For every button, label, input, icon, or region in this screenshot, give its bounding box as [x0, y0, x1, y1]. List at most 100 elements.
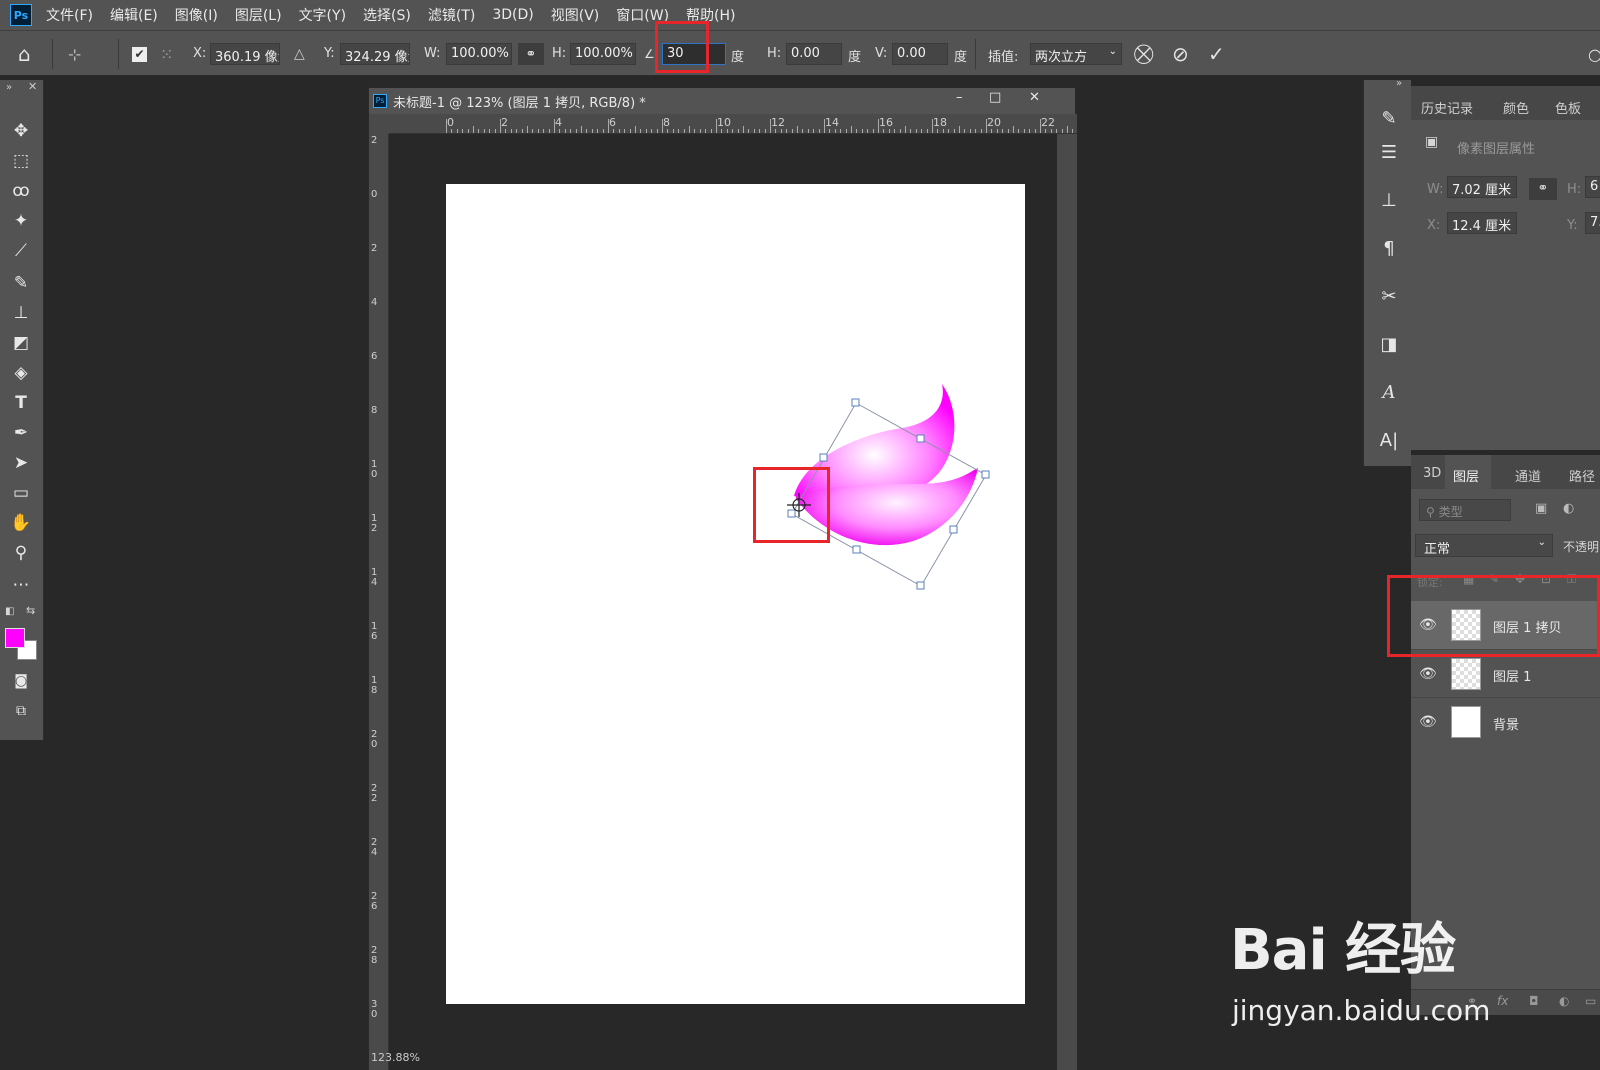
lock-artboard-icon[interactable]: ⊡ — [1541, 572, 1551, 586]
rotation-angle-field[interactable]: 30 — [662, 43, 726, 65]
commit-transform-icon[interactable]: ✓ — [1208, 31, 1225, 77]
eye-icon[interactable]: 👁 — [1419, 617, 1437, 633]
y-position-field[interactable]: 324.29 像素 — [340, 43, 410, 65]
layer-row[interactable]: 👁 图层 1 — [1411, 649, 1600, 697]
cancel-transform-icon[interactable]: ⊘ — [1172, 31, 1189, 77]
type-tool-icon[interactable]: T — [8, 390, 34, 416]
clone-source-icon[interactable]: ⊥ — [1377, 188, 1401, 212]
paragraph-icon[interactable]: ¶ — [1377, 236, 1401, 260]
triangle-icon[interactable]: △ — [294, 31, 305, 77]
path-selection-tool-icon[interactable]: ➤ — [8, 450, 34, 476]
tab-swatches[interactable]: 色板 — [1555, 98, 1581, 117]
new-group-icon[interactable]: ▭ — [1585, 994, 1596, 1008]
reference-point-icon[interactable]: ⊹ — [68, 31, 81, 77]
warp-mode-icon[interactable]: ⛒ — [1134, 31, 1153, 77]
height-field[interactable]: 100.00% — [570, 43, 636, 65]
document-canvas[interactable] — [446, 184, 1025, 1004]
stamp-tool-icon[interactable]: ⊥ — [8, 300, 34, 326]
move-tool-icon[interactable]: ✥ — [8, 118, 34, 144]
horizontal-ruler[interactable]: 0 2 4 6 8 10 12 14 16 18 20 22 — [389, 114, 1077, 134]
interpolation-select[interactable]: 两次立方 ⌄ — [1030, 43, 1122, 65]
tab-3d[interactable]: 3D — [1423, 466, 1441, 481]
collapse-icon[interactable]: » — [6, 82, 12, 93]
prop-width-field[interactable]: 7.02 厘米 — [1447, 176, 1517, 198]
prop-height-field[interactable]: 6 — [1585, 176, 1600, 198]
layer-filter-select[interactable]: ⚲ 类型 — [1419, 499, 1511, 521]
menu-filter[interactable]: 滤镜(T) — [428, 5, 475, 25]
menu-view[interactable]: 视图(V) — [551, 5, 600, 25]
menu-file[interactable]: 文件(F) — [46, 5, 93, 25]
lasso-tool-icon[interactable]: ꝏ — [8, 178, 34, 204]
close-window-icon[interactable]: ✕ — [1029, 90, 1040, 105]
marquee-tool-icon[interactable]: ⬚ — [8, 148, 34, 174]
glyphs-icon[interactable]: A| — [1377, 428, 1401, 452]
grid-reference-icon[interactable]: ⁙ — [160, 31, 173, 77]
home-icon[interactable]: ⌂ — [18, 31, 31, 77]
zoom-tool-icon[interactable]: ⚲ — [8, 540, 34, 566]
default-colors-icon[interactable]: ◧ — [5, 606, 14, 617]
minimize-icon[interactable]: – — [956, 90, 963, 105]
maximize-icon[interactable]: □ — [989, 90, 1001, 105]
vertical-skew-field[interactable]: 0.00 — [892, 43, 948, 65]
menu-select[interactable]: 选择(S) — [363, 5, 411, 25]
menu-window[interactable]: 窗口(W) — [616, 5, 669, 25]
hand-tool-icon[interactable]: ✋ — [8, 510, 34, 536]
layer-row[interactable]: 👁 图层 1 拷贝 — [1411, 601, 1600, 649]
tab-history[interactable]: 历史记录 — [1421, 98, 1473, 117]
properties-icon[interactable]: ◨ — [1377, 332, 1401, 356]
close-icon[interactable]: ✕ — [28, 80, 37, 93]
tool-presets-icon[interactable]: ✂ — [1377, 284, 1401, 308]
canvas-area[interactable] — [389, 134, 1057, 1070]
foreground-color-swatch[interactable] — [5, 628, 25, 648]
reference-checkbox[interactable]: ✔ — [132, 31, 147, 77]
brush-settings-icon[interactable]: ✎ — [1377, 106, 1401, 130]
blend-mode-select[interactable]: 正常 ⌄ — [1415, 534, 1553, 557]
search-icon[interactable]: ○ — [1588, 31, 1600, 77]
lock-position-icon[interactable]: ✥ — [1515, 572, 1525, 586]
x-position-field[interactable]: 360.19 像素 — [210, 43, 280, 65]
prop-y-field[interactable]: 7. — [1585, 212, 1600, 234]
menu-type[interactable]: 文字(Y) — [299, 5, 346, 25]
tab-paths[interactable]: 路径 — [1569, 466, 1595, 485]
width-field[interactable]: 100.00% — [446, 43, 512, 65]
prop-x-field[interactable]: 12.4 厘米 — [1447, 212, 1517, 234]
tab-layers[interactable]: 图层 — [1453, 466, 1479, 485]
eye-icon[interactable]: 👁 — [1419, 666, 1437, 682]
menu-layer[interactable]: 图层(L) — [235, 5, 282, 25]
new-adjustment-icon[interactable]: ◐ — [1559, 994, 1569, 1008]
rectangle-tool-icon[interactable]: ▭ — [8, 480, 34, 506]
lock-all-icon[interactable]: ⚿ — [1567, 572, 1576, 587]
paint-bucket-tool-icon[interactable]: ◈ — [8, 360, 34, 386]
menu-help[interactable]: 帮助(H) — [686, 5, 735, 25]
pen-tool-icon[interactable]: ✒ — [8, 420, 34, 446]
quick-mask-icon[interactable]: ◙ — [8, 668, 34, 694]
adjustments-icon[interactable]: ☰ — [1377, 140, 1401, 164]
layer-row[interactable]: 👁 背景 — [1411, 697, 1600, 745]
tab-channels[interactable]: 通道 — [1515, 466, 1541, 485]
link-icon[interactable]: ⚭ — [1529, 178, 1557, 200]
more-tools-icon[interactable]: ⋯ — [8, 572, 34, 598]
vertical-scrollbar[interactable] — [1057, 134, 1077, 1070]
screen-mode-icon[interactable]: ⧉ — [8, 698, 34, 724]
lock-paint-icon[interactable]: ✎ — [1489, 572, 1499, 586]
menu-image[interactable]: 图像(I) — [175, 5, 218, 25]
link-icon[interactable]: ⚭ — [518, 43, 544, 65]
fx-icon[interactable]: fx — [1497, 994, 1508, 1008]
expand-panels-icon[interactable]: » — [1396, 78, 1402, 89]
horizontal-skew-field[interactable]: 0.00 — [786, 43, 842, 65]
swap-colors-icon[interactable]: ⇆ — [26, 604, 35, 617]
filter-adjustment-icon[interactable]: ◐ — [1563, 501, 1574, 516]
character-styles-icon[interactable]: A — [1377, 380, 1401, 404]
lock-pixels-icon[interactable]: ▦ — [1463, 572, 1474, 586]
magic-wand-tool-icon[interactable]: ✦ — [8, 208, 34, 234]
vertical-ruler[interactable]: 2 0 2 4 6 8 10 12 14 16 18 20 22 24 26 28 30 — [369, 134, 389, 1070]
eye-icon[interactable]: 👁 — [1419, 714, 1437, 730]
eyedropper-tool-icon[interactable]: ⟋ — [8, 238, 34, 264]
add-mask-icon[interactable]: ◘ — [1529, 994, 1539, 1008]
menu-edit[interactable]: 编辑(E) — [110, 5, 158, 25]
menu-3d[interactable]: 3D(D) — [492, 7, 533, 23]
brush-tool-icon[interactable]: ✎ — [8, 270, 34, 296]
filter-image-icon[interactable]: ▣ — [1535, 501, 1547, 516]
eraser-tool-icon[interactable]: ◩ — [8, 330, 34, 356]
tab-color[interactable]: 颜色 — [1503, 98, 1529, 117]
